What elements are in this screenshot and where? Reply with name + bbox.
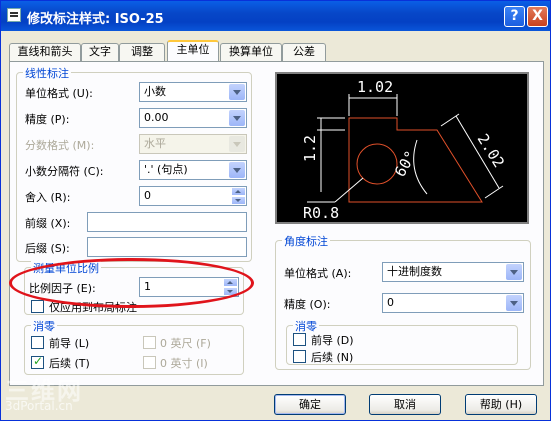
spin-down-icon[interactable]	[223, 287, 238, 296]
scale-factor-value: 1	[144, 280, 151, 293]
fraction-format-select: 水平	[139, 134, 247, 154]
suffix-label: 后缀 (S):	[25, 242, 70, 255]
unit-format-value: 小数	[144, 85, 166, 98]
linear-dimensions-group: 线性标注 单位格式 (U): 小数 精度 (P): 0.00 分数格式 (M):…	[16, 65, 252, 262]
chevron-down-icon[interactable]	[229, 84, 245, 100]
title-bar[interactable]: 修改标注样式: ISO-25 ? X	[1, 1, 550, 31]
tab-fit[interactable]: 调整	[119, 43, 165, 61]
angular-dimensions-group: 角度标注 单位格式 (A): 十进制度数 精度 (O): 0 消零 前导 (D)…	[275, 233, 531, 370]
app-icon	[7, 8, 21, 22]
scale-factor-label: 比例因子 (E):	[29, 282, 96, 295]
dim-top-label: 1.02	[357, 78, 393, 96]
fraction-format-label: 分数格式 (M):	[25, 139, 95, 152]
angular-unit-format-select[interactable]: 十进制度数	[382, 262, 524, 282]
watermark-url: 3dPortal.cn	[5, 399, 73, 413]
angular-unit-format-label: 单位格式 (A):	[284, 267, 352, 280]
round-off-input[interactable]: 0	[139, 186, 247, 206]
angular-precision-select[interactable]: 0	[382, 293, 524, 313]
angular-leading-zero-label: 前导 (D)	[311, 334, 354, 347]
prefix-label: 前缀 (X):	[25, 217, 71, 230]
window-title: 修改标注样式: ISO-25	[27, 12, 164, 27]
chevron-down-icon[interactable]	[506, 295, 522, 311]
angular-leading-zero-checkbox[interactable]	[293, 333, 306, 346]
angular-precision-value: 0	[387, 296, 394, 309]
preview-drawing: 1.02 1.2 2.02 60° R0.8	[301, 78, 508, 222]
tab-lines-arrows[interactable]: 直线和箭头	[9, 43, 81, 61]
ok-button[interactable]: 确定	[274, 394, 346, 415]
angular-trailing-zero-label: 后续 (N)	[311, 351, 354, 364]
chevron-down-icon[interactable]	[229, 162, 245, 178]
dim-angle-label: 60°	[391, 148, 420, 180]
measurement-scale-title: 测量单位比例	[31, 260, 101, 276]
dim-left-label: 1.2	[301, 135, 319, 162]
unit-format-select[interactable]: 小数	[139, 82, 247, 102]
decimal-separator-label: 小数分隔符 (C):	[25, 165, 104, 178]
precision-select[interactable]: 0.00	[139, 108, 247, 128]
spin-down-icon[interactable]	[231, 196, 246, 205]
tab-alternate-units[interactable]: 换算单位	[220, 43, 282, 61]
chevron-down-icon	[229, 136, 245, 152]
round-off-value: 0	[144, 189, 151, 202]
feet-zero-label: 0 英尺 (F)	[160, 337, 211, 350]
angular-trailing-zero-checkbox[interactable]	[293, 350, 306, 363]
precision-value: 0.00	[144, 111, 169, 124]
precision-label: 精度 (P):	[25, 113, 70, 126]
tab-tolerances[interactable]: 公差	[282, 43, 326, 61]
round-off-label: 舍入 (R):	[25, 191, 71, 204]
decimal-separator-value: '.' (句点)	[144, 163, 188, 176]
angular-precision-label: 精度 (O):	[284, 298, 331, 311]
angular-dimensions-title: 角度标注	[282, 233, 330, 249]
dim-diag-label: 2.02	[474, 131, 508, 171]
zero-suppression-left-group: 消零 前导 (L) 0 英尺 (F) 后续 (T) 0 英寸 (I)	[24, 318, 244, 375]
scale-factor-spinner[interactable]	[223, 278, 238, 296]
tab-primary-units[interactable]: 主单位	[167, 40, 219, 62]
tab-text[interactable]: 文字	[81, 43, 119, 61]
feet-zero-checkbox	[143, 336, 156, 349]
tab-panel: 线性标注 单位格式 (U): 小数 精度 (P): 0.00 分数格式 (M):…	[9, 61, 544, 386]
zero-suppression-right-group: 消零 前导 (D) 后续 (N)	[286, 318, 518, 365]
angular-unit-format-value: 十进制度数	[387, 265, 442, 278]
unit-format-label: 单位格式 (U):	[25, 87, 93, 100]
chevron-down-icon[interactable]	[229, 110, 245, 126]
layout-only-checkbox[interactable]	[31, 300, 44, 313]
zero-suppression-left-title: 消零	[31, 318, 57, 334]
close-button[interactable]: X	[527, 6, 548, 27]
measurement-scale-group: 测量单位比例 比例因子 (E): 1 仅应用到布局标注	[24, 260, 244, 315]
spin-up-icon[interactable]	[223, 278, 238, 287]
decimal-separator-select[interactable]: '.' (句点)	[139, 160, 247, 180]
fraction-format-value: 水平	[144, 137, 166, 150]
help-title-button[interactable]: ?	[504, 6, 525, 27]
linear-dimensions-title: 线性标注	[23, 65, 71, 81]
layout-only-label: 仅应用到布局标注	[49, 301, 137, 314]
help-button[interactable]: 帮助 (H)	[465, 394, 537, 415]
scale-factor-input[interactable]: 1	[139, 277, 239, 297]
suffix-input[interactable]	[87, 237, 247, 257]
cancel-button[interactable]: 取消	[369, 394, 441, 415]
inches-zero-checkbox	[143, 356, 156, 369]
inches-zero-label: 0 英寸 (I)	[160, 357, 208, 370]
dialog-window: 修改标注样式: ISO-25 ? X 直线和箭头 文字 调整 主单位 换算单位 …	[0, 0, 551, 421]
chevron-down-icon[interactable]	[506, 264, 522, 280]
dim-radius-label: R0.8	[303, 204, 339, 222]
trailing-zero-label: 后续 (T)	[49, 357, 90, 370]
leading-zero-label: 前导 (L)	[49, 337, 90, 350]
prefix-input[interactable]	[87, 212, 247, 232]
spin-up-icon[interactable]	[231, 187, 246, 196]
leading-zero-checkbox[interactable]	[31, 336, 44, 349]
dimension-preview: 1.02 1.2 2.02 60° R0.8	[275, 72, 529, 224]
trailing-zero-checkbox[interactable]	[31, 354, 44, 369]
round-off-spinner[interactable]	[231, 187, 246, 205]
